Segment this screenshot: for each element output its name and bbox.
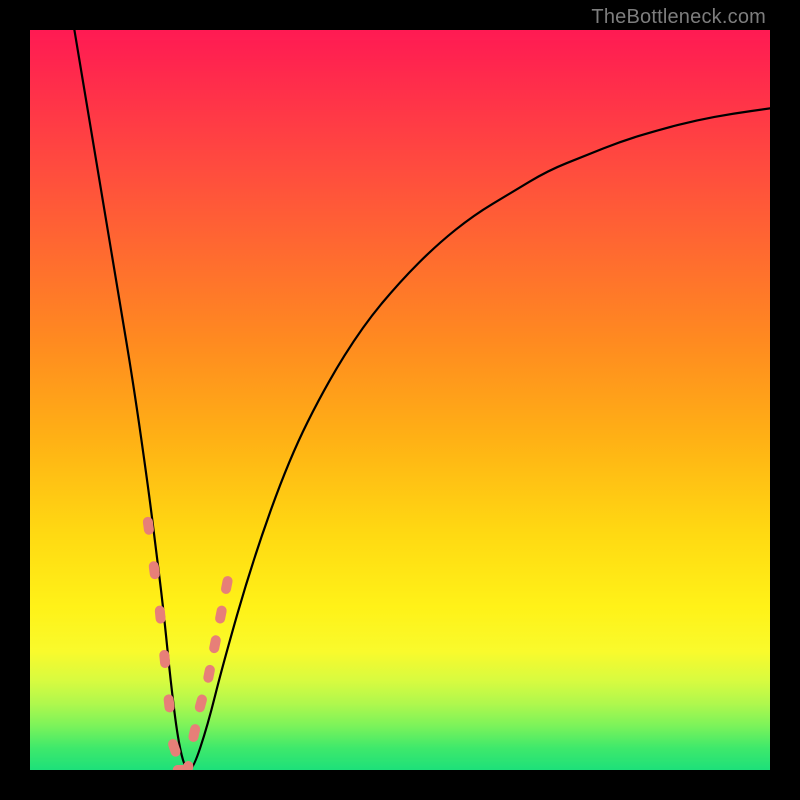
bottleneck-curve [74, 30, 770, 770]
curve-marker [154, 605, 166, 624]
chart-frame: TheBottleneck.com [0, 0, 800, 800]
curve-marker [202, 664, 215, 684]
watermark-label: TheBottleneck.com [591, 6, 766, 29]
curve-marker [194, 693, 208, 713]
plot-background [30, 30, 770, 770]
curve-marker [187, 723, 201, 743]
curve-svg [30, 30, 770, 770]
curve-marker [220, 575, 233, 595]
curve-marker [214, 605, 227, 625]
curve-marker [208, 634, 221, 654]
